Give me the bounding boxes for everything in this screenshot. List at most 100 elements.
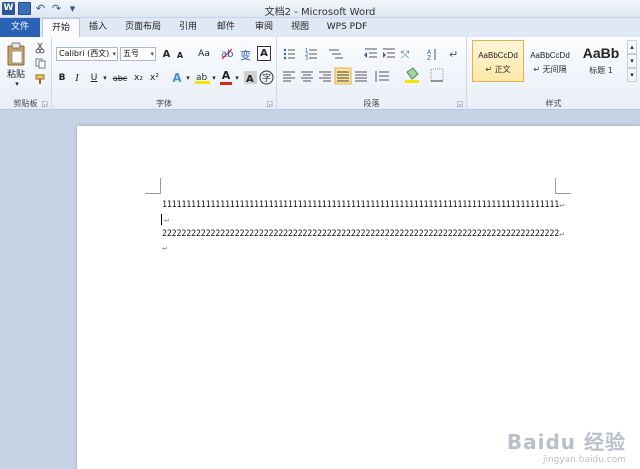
svg-text:变: 变 xyxy=(240,48,251,61)
svg-text:A: A xyxy=(246,74,254,84)
font-name-value: Calibri (西文) xyxy=(59,49,110,58)
document-line-empty-1[interactable]: ↵ xyxy=(164,214,169,224)
styles-group: AaBbCcDd ↵ 正文 AaBbCcDd ↵ 无间隔 AaBb 标题 1 ▴… xyxy=(467,37,640,110)
line-2-text: 2222222222222222222222222222222222222222… xyxy=(162,228,560,238)
paragraph-group-label: 段落 xyxy=(363,99,380,108)
ribbon-tabs: 文件 开始 插入 页面布局 引用 邮件 审阅 视图 WPS PDF xyxy=(0,18,640,38)
font-name-select[interactable]: Calibri (西文) ▾ xyxy=(56,47,118,61)
tab-review[interactable]: 审阅 xyxy=(248,18,280,37)
clipboard-group: 粘贴 ▾ 剪贴板 ◲ xyxy=(0,37,52,110)
styles-group-label: 样式 xyxy=(545,99,562,108)
text-effect-dropdown-icon[interactable]: ▾ xyxy=(184,71,192,85)
margin-corner-top-left xyxy=(145,178,161,194)
tab-home[interactable]: 开始 xyxy=(42,18,80,38)
decrease-indent-icon[interactable] xyxy=(364,48,377,58)
multilevel-list-icon[interactable] xyxy=(329,49,343,59)
copy-icon[interactable] xyxy=(34,57,46,69)
baidu-watermark: Baidu 经验 jingyan.baidu.com xyxy=(507,426,626,465)
highlight-dropdown-icon[interactable]: ▾ xyxy=(210,71,218,85)
tab-page-layout[interactable]: 页面布局 xyxy=(118,18,168,37)
style-no-spacing[interactable]: AaBbCcDd ↵ 无间隔 xyxy=(524,40,576,82)
cut-icon[interactable] xyxy=(34,42,46,54)
svg-text:↵: ↵ xyxy=(449,48,458,61)
shrink-font-button[interactable]: A xyxy=(174,48,186,62)
line-1-text: 1111111111111111111111111111111111111111… xyxy=(162,199,560,209)
tab-file[interactable]: 文件 xyxy=(0,18,40,37)
increase-indent-icon[interactable] xyxy=(383,48,395,58)
chinese-layout-icon[interactable]: ⤲ xyxy=(400,50,409,61)
font-launcher-icon[interactable]: ◲ xyxy=(266,100,273,108)
show-marks-icon[interactable]: ↵ xyxy=(449,48,458,61)
format-painter-icon[interactable] xyxy=(34,73,46,85)
chevron-down-icon: ▾ xyxy=(112,50,116,58)
styles-more-icon[interactable]: ▾ xyxy=(627,68,637,82)
paste-button[interactable] xyxy=(5,41,27,67)
styles-scroll-down-icon[interactable]: ▾ xyxy=(627,54,637,68)
window-title: 文档2 - Microsoft Word xyxy=(264,7,376,18)
enclose-char-icon[interactable]: 字 xyxy=(259,70,274,85)
distributed-icon[interactable] xyxy=(355,71,367,82)
strikethrough-button[interactable]: abc xyxy=(112,71,128,85)
tab-view[interactable]: 视图 xyxy=(284,18,316,37)
styles-scroll-up-icon[interactable]: ▴ xyxy=(627,40,637,54)
paragraph-launcher-icon[interactable]: ◲ xyxy=(456,100,463,108)
numbering-icon[interactable]: 1 2 3 xyxy=(305,48,317,62)
document-line-2[interactable]: 2222222222222222222222222222222222222222… xyxy=(162,228,564,238)
align-left-icon[interactable] xyxy=(283,71,295,82)
subscript-button[interactable]: x₂ xyxy=(132,71,145,85)
italic-button[interactable]: I xyxy=(72,71,82,85)
underline-button[interactable]: U xyxy=(88,71,100,85)
line-spacing-icon[interactable] xyxy=(375,71,389,82)
grow-font-button[interactable]: A xyxy=(160,47,173,61)
text-effect-button[interactable]: A xyxy=(170,70,184,85)
clear-format-icon[interactable]: ab xyxy=(219,46,234,61)
svg-text:⤲: ⤲ xyxy=(400,50,409,61)
paragraph-mark: ↵ xyxy=(559,228,564,238)
style-name: 标题 1 xyxy=(589,66,613,75)
style-name: ↵ 无间隔 xyxy=(533,65,567,74)
svg-text:3: 3 xyxy=(305,56,308,62)
align-right-icon[interactable] xyxy=(319,71,331,82)
justify-icon[interactable] xyxy=(334,67,352,85)
paste-dropdown-icon[interactable]: ▾ xyxy=(13,80,21,88)
document-workspace: 1111111111111111111111111111111111111111… xyxy=(0,110,640,469)
highlight-icon[interactable]: ab xyxy=(194,70,210,85)
style-heading-1[interactable]: AaBb 标题 1 xyxy=(576,40,626,82)
clipboard-launcher-icon[interactable]: ◲ xyxy=(41,100,48,108)
bold-button[interactable]: B xyxy=(56,71,68,85)
document-line-1[interactable]: 1111111111111111111111111111111111111111… xyxy=(162,199,564,209)
font-color-button[interactable]: A xyxy=(220,69,232,85)
char-border-icon[interactable]: A xyxy=(257,46,271,61)
paste-label[interactable]: 粘贴 xyxy=(4,67,28,80)
tab-wps-pdf[interactable]: WPS PDF xyxy=(322,18,372,37)
text-cursor xyxy=(161,214,162,225)
bullets-icon[interactable] xyxy=(283,48,295,60)
font-color-dropdown-icon[interactable]: ▾ xyxy=(233,71,241,85)
shading-icon[interactable] xyxy=(405,67,419,83)
tab-mailings[interactable]: 邮件 xyxy=(210,18,242,37)
tab-references[interactable]: 引用 xyxy=(172,18,204,37)
watermark-main: Baidu 经验 xyxy=(506,430,626,454)
paste-icon xyxy=(7,42,25,66)
document-page[interactable]: 1111111111111111111111111111111111111111… xyxy=(77,126,640,469)
align-center-icon[interactable] xyxy=(301,71,313,82)
sort-icon[interactable]: AZ xyxy=(427,49,436,62)
font-group-label: 字体 xyxy=(156,99,172,108)
title-bar: W ↶ ↷ ▾ 文档2 - Microsoft Word xyxy=(0,0,640,18)
tab-insert[interactable]: 插入 xyxy=(82,18,114,37)
superscript-button[interactable]: x² xyxy=(148,71,161,85)
borders-icon[interactable] xyxy=(430,68,444,82)
change-case-button[interactable]: Aa xyxy=(195,47,213,61)
char-shading-icon[interactable]: A xyxy=(244,70,257,85)
phonetic-guide-icon[interactable]: 变 xyxy=(238,46,253,61)
style-sample: AaBbCcDd xyxy=(530,51,570,60)
style-normal[interactable]: AaBbCcDd ↵ 正文 xyxy=(472,40,524,82)
watermark-sub: jingyan.baidu.com xyxy=(542,455,626,465)
underline-dropdown-icon[interactable]: ▾ xyxy=(101,71,109,85)
font-group: Calibri (西文) ▾ 五号 ▾ A A Aa ab 变 A B I U … xyxy=(52,37,277,110)
font-size-value: 五号 xyxy=(123,49,139,58)
document-line-empty-2[interactable]: ↵ xyxy=(162,242,167,252)
ribbon: 粘贴 ▾ 剪贴板 ◲ Calibri (西文) ▾ 五号 ▾ A A Aa ab… xyxy=(0,37,640,110)
style-sample: AaBbCcDd xyxy=(478,51,518,60)
font-size-select[interactable]: 五号 ▾ xyxy=(120,47,156,61)
